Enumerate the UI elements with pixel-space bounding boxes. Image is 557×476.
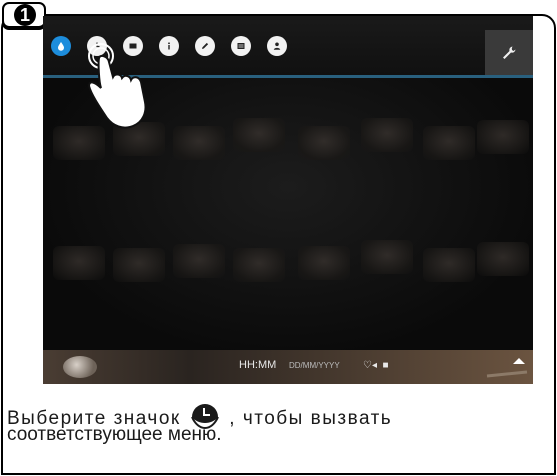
status-indicator-icons: ♡◂ ■	[363, 360, 389, 371]
list-icon[interactable]	[231, 36, 251, 56]
program-tile	[361, 118, 413, 152]
status-time: HH:MM	[239, 359, 277, 371]
status-bar: HH:MM DD/MM/YYYY ♡◂ ■	[43, 350, 533, 384]
program-tile	[298, 126, 350, 160]
program-tile	[233, 118, 285, 152]
program-tile	[113, 248, 165, 282]
program-tile	[423, 126, 475, 160]
program-tile	[361, 240, 413, 274]
step-number: 1	[14, 4, 36, 26]
program-tile	[233, 248, 285, 282]
program-tile	[477, 120, 529, 154]
arrow-up-icon[interactable]	[483, 352, 529, 382]
program-tile	[298, 246, 350, 280]
caption-line-2: соответствующее меню.	[7, 424, 222, 445]
program-tile	[423, 248, 475, 282]
status-ball-icon	[63, 356, 97, 378]
pencil-icon[interactable]	[195, 36, 215, 56]
info-icon[interactable]	[159, 36, 179, 56]
wrench-icon[interactable]	[485, 30, 533, 76]
pointing-hand-icon	[87, 43, 147, 129]
status-date: DD/MM/YYYY	[289, 361, 340, 370]
program-tile	[173, 244, 225, 278]
program-tile	[53, 246, 105, 280]
user-icon[interactable]	[267, 36, 287, 56]
program-tile	[477, 242, 529, 276]
program-tile	[173, 126, 225, 160]
caption-text-after-icon: , чтобы вызвать	[229, 408, 393, 429]
step-badge: 1	[2, 2, 46, 28]
